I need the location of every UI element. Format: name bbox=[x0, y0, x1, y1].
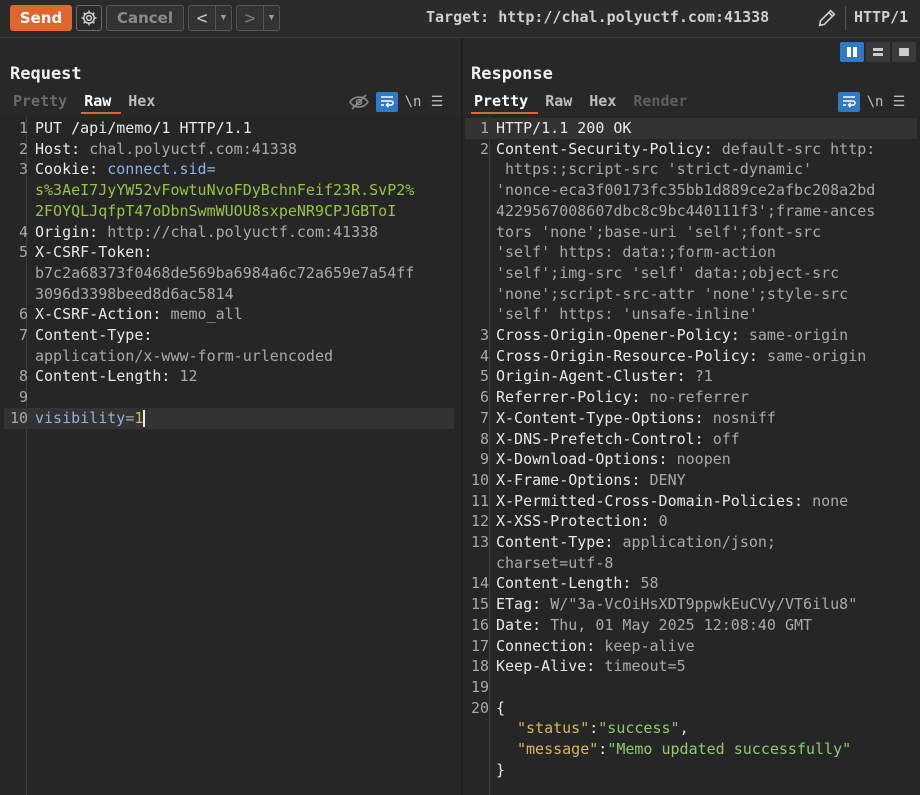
split-vertical-icon[interactable] bbox=[840, 42, 864, 62]
layout-toggle-group bbox=[840, 42, 916, 62]
response-title: Response bbox=[471, 64, 553, 84]
code-line: 12 X-XSS-Protection: 0 bbox=[470, 512, 668, 531]
code-line: 9 X-Download-Options: noopen bbox=[479, 450, 731, 469]
code-line-wrap: 2FOYQLJqfpT47oDbnSwmWUOU8sxpeNR9CPJGBToI bbox=[35, 201, 397, 220]
code-line-wrap: "message":"Memo updated successfully" bbox=[517, 740, 852, 759]
code-line-wrap: 3096d3398beed8d6ac5814 bbox=[35, 284, 234, 303]
cancel-button[interactable]: Cancel bbox=[106, 5, 184, 31]
request-title: Request bbox=[10, 64, 82, 84]
hide-nonprintable-icon[interactable] bbox=[348, 92, 370, 112]
word-wrap-icon[interactable] bbox=[376, 92, 398, 112]
toolbar-divider bbox=[845, 6, 846, 30]
code-line-wrap: } bbox=[496, 760, 506, 779]
history-forward-group: > ▼ bbox=[236, 5, 280, 31]
http-version-label[interactable]: HTTP/1 bbox=[854, 8, 908, 26]
code-line: 3 Cross-Origin-Opener-Policy: same-origin bbox=[479, 326, 849, 345]
code-line-wrap: 'self' https: data:;form-action bbox=[496, 243, 776, 262]
code-line-wrap: charset=utf-8 bbox=[496, 553, 614, 572]
code-line-wrap: 4229567008607dbc8c9bc440111f3';frame-anc… bbox=[496, 201, 876, 220]
settings-gear-icon[interactable] bbox=[76, 5, 102, 31]
code-line-wrap: https:;script-src 'strict-dynamic' bbox=[505, 160, 813, 179]
code-line: 11 X-Permitted-Cross-Domain-Policies: non… bbox=[470, 491, 849, 510]
history-back-group: < ▼ bbox=[188, 5, 232, 31]
code-line: 18 Keep-Alive: timeout=5 bbox=[470, 657, 686, 676]
response-tabs: Pretty Raw Hex Render bbox=[471, 90, 702, 114]
send-button[interactable]: Send bbox=[10, 5, 72, 31]
response-editor-options: \n ☰ bbox=[838, 91, 908, 113]
code-line-wrap: b7c2a68373f0468de569ba6984a6c72a659e7a54… bbox=[35, 263, 415, 282]
target-label: Target: http://chal.polyuctf.com:41338 bbox=[426, 8, 770, 26]
request-tab-pretty[interactable]: Pretty bbox=[10, 90, 77, 114]
code-line-wrap: 'self';img-src 'self' data:;object-src bbox=[496, 263, 840, 282]
code-line-wrap: "status":"success", bbox=[517, 719, 689, 738]
menu-icon[interactable]: ☰ bbox=[890, 92, 908, 112]
code-line: 10 X-Frame-Options: DENY bbox=[470, 470, 686, 489]
code-line: 7 X-Content-Type-Options: nosniff bbox=[479, 408, 776, 427]
chevron-right-icon[interactable]: > bbox=[237, 6, 263, 30]
request-tab-raw[interactable]: Raw bbox=[81, 90, 122, 114]
response-tab-pretty[interactable]: Pretty bbox=[471, 90, 539, 114]
code-line-wrap: 'none';script-src-attr 'none';style-src bbox=[496, 284, 849, 303]
request-editor[interactable]: 1 PUT /api/memo/1 HTTP/1.1 2 Host: chal.po… bbox=[0, 116, 461, 795]
response-tab-hex[interactable]: Hex bbox=[586, 90, 626, 114]
tabbed-layout-icon[interactable] bbox=[892, 42, 916, 62]
response-editor[interactable]: 1 HTTP/1.1 200 OK 2 Content-Security-Polic… bbox=[463, 116, 920, 795]
code-line: 20{ bbox=[470, 698, 506, 717]
code-line: 16 Date: Thu, 01 May 2025 12:08:40 GMT bbox=[470, 615, 813, 634]
response-tab-raw[interactable]: Raw bbox=[542, 90, 582, 114]
forward-dropdown-icon[interactable]: ▼ bbox=[263, 6, 279, 30]
code-line: 9 bbox=[18, 388, 28, 407]
menu-icon[interactable]: ☰ bbox=[428, 92, 446, 112]
code-line-wrap: 'nonce-eca3f00173fc35bb1d889ce2afbc208a2… bbox=[496, 181, 876, 200]
request-editor-options: \n ☰ bbox=[348, 91, 446, 113]
back-dropdown-icon[interactable]: ▼ bbox=[215, 6, 231, 30]
newline-toggle[interactable]: \n bbox=[404, 92, 422, 112]
toolbar: Send Cancel < ▼ > ▼ Target: http://chal.… bbox=[0, 0, 920, 38]
word-wrap-icon[interactable] bbox=[838, 92, 860, 112]
code-line-wrap: s%3AeI7JyYW52vFowtuNvoFDyBchnFeif23R.SvP… bbox=[35, 181, 415, 200]
text-cursor bbox=[143, 409, 146, 427]
code-line: 2 Content-Security-Policy: default-src ht… bbox=[479, 139, 876, 158]
code-line: 14 Content-Length: 58 bbox=[470, 574, 659, 593]
code-line: 1 HTTP/1.1 200 OK bbox=[465, 118, 917, 139]
code-line: 17 Connection: keep-alive bbox=[470, 636, 695, 655]
chevron-left-icon[interactable]: < bbox=[189, 6, 215, 30]
code-line: 8 Content-Length: 12 bbox=[18, 367, 198, 386]
response-tab-render[interactable]: Render bbox=[630, 90, 697, 114]
code-line-wrap: 'self' https: 'unsafe-inline' bbox=[496, 305, 758, 324]
code-line-current[interactable]: 10 visibility=1 bbox=[4, 407, 454, 429]
code-line: 7 Content-Type: bbox=[18, 326, 153, 345]
code-line: 5 Origin-Agent-Cluster: ?1 bbox=[479, 367, 713, 386]
code-line: 4 Origin: http://chal.polyuctf.com:41338 bbox=[18, 222, 379, 241]
code-line: 13 Content-Type: application/json; bbox=[470, 533, 776, 552]
split-horizontal-icon[interactable] bbox=[866, 42, 890, 62]
code-line: 15 ETag: W/"3a-VcOiHsXDT9ppwkEuCVy/VT6ilu… bbox=[470, 595, 858, 614]
code-line: 1 PUT /api/memo/1 HTTP/1.1 bbox=[18, 119, 252, 137]
code-line: 8 X-DNS-Prefetch-Control: off bbox=[479, 429, 740, 448]
code-line: 6 Referrer-Policy: no-referrer bbox=[479, 388, 749, 407]
edit-target-pencil-icon[interactable] bbox=[814, 5, 840, 31]
code-line-wrap: application/x-www-form-urlencoded bbox=[35, 346, 334, 365]
code-line: 2 Host: chal.polyuctf.com:41338 bbox=[18, 139, 297, 158]
newline-toggle[interactable]: \n bbox=[866, 92, 884, 112]
request-tabs: Pretty Raw Hex bbox=[10, 90, 169, 114]
request-tab-hex[interactable]: Hex bbox=[125, 90, 165, 114]
code-line: 3 Cookie: connect.sid= bbox=[18, 160, 216, 179]
code-line: 5 X-CSRF-Token: bbox=[18, 243, 153, 262]
code-line-wrap: tors 'none';base-uri 'self';font-src bbox=[496, 222, 822, 241]
code-line: 4 Cross-Origin-Resource-Policy: same-orig… bbox=[479, 346, 867, 365]
code-line: 19 bbox=[470, 677, 489, 696]
code-line: 6 X-CSRF-Action: memo_all bbox=[18, 305, 243, 324]
